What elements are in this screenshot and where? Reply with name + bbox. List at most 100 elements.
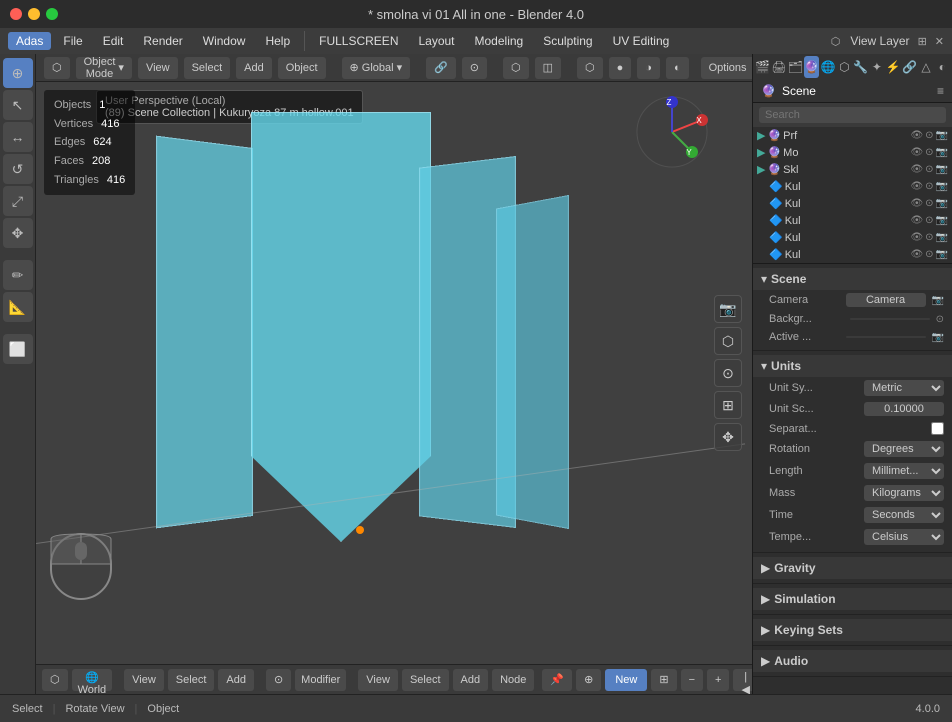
view-btn[interactable]: View (138, 57, 178, 79)
separate-checkbox[interactable] (931, 422, 944, 435)
material-props-icon[interactable]: ◐ (935, 56, 950, 78)
modeling-menu[interactable]: Modeling (467, 32, 532, 50)
sculpting-menu[interactable]: Sculpting (535, 32, 600, 50)
outliner-item-skl[interactable]: ▶ 🔮 Skl 👁 ⊙ 📷 (753, 161, 952, 178)
eye-icon-8[interactable]: 👁 (910, 249, 923, 260)
restrict-icon-6[interactable]: ⊙ (925, 215, 933, 226)
background-value[interactable] (850, 318, 930, 320)
camera-icon[interactable]: 📷 (932, 295, 944, 306)
eye-icon-2[interactable]: 👁 (910, 147, 923, 158)
simulation-header[interactable]: ▶ Simulation (753, 588, 952, 610)
eye-icon-7[interactable]: 👁 (910, 232, 923, 243)
perspective-btn[interactable]: ⬡ (714, 327, 742, 355)
render-icon-7[interactable]: 📷 (936, 232, 948, 243)
restrict-icon-4[interactable]: ⊙ (925, 181, 933, 192)
options-btn[interactable]: Options (701, 57, 752, 79)
active-icon[interactable]: 📷 (932, 332, 944, 343)
eye-icon[interactable]: 👁 (910, 130, 923, 141)
select-box-tool[interactable]: ↖ (3, 90, 33, 120)
edit-menu[interactable]: Edit (95, 32, 132, 50)
restrict-icon-7[interactable]: ⊙ (925, 232, 933, 243)
eye-icon-3[interactable]: 👁 (910, 164, 923, 175)
adas-menu[interactable]: Adas (8, 32, 51, 50)
transform-tool[interactable]: ✥ (3, 218, 33, 248)
rendered-btn[interactable]: ◐ (666, 57, 689, 79)
outliner-item-kul5[interactable]: 🔷 Kul 👁 ⊙ 📷 (753, 246, 952, 263)
outliner-search[interactable] (759, 107, 946, 123)
annotate-tool[interactable]: ✏ (3, 260, 33, 290)
snap-toggle[interactable]: 🔗 (426, 57, 456, 79)
particles-props-icon[interactable]: ✦ (869, 56, 884, 78)
keying-header[interactable]: ▶ Keying Sets (753, 619, 952, 641)
minus-btn[interactable]: − (681, 669, 703, 691)
rotate-tool[interactable]: ↺ (3, 154, 33, 184)
add-btn[interactable]: Add (236, 57, 272, 79)
rotation-dropdown[interactable]: Degrees Radians (864, 441, 944, 457)
restrict-icon-5[interactable]: ⊙ (925, 198, 933, 209)
bottom-view-btn[interactable]: View (124, 669, 164, 691)
panel-options-icon[interactable]: ≡ (937, 84, 944, 98)
modifier-dropdown[interactable]: Modifier (295, 669, 346, 691)
plus-btn[interactable]: + (707, 669, 729, 691)
bg-icon[interactable]: ⊙ (936, 314, 944, 325)
view-layer-props-icon[interactable]: 🗂 (788, 56, 803, 78)
browse-node-btn[interactable]: ⊕ (576, 669, 601, 691)
restrict-icon-8[interactable]: ⊙ (925, 249, 933, 260)
editor-type-btn[interactable]: ⬡ (42, 669, 68, 691)
solid-btn[interactable]: ● (609, 57, 632, 79)
viewport-gizmo[interactable]: X Y Z (632, 92, 712, 172)
window-menu[interactable]: Window (195, 32, 254, 50)
restrict-icon-2[interactable]: ⊙ (925, 147, 933, 158)
audio-header[interactable]: ▶ Audio (753, 650, 952, 672)
workspace-scene-icon[interactable]: ⬡ (831, 35, 841, 48)
render-icon-4[interactable]: 📷 (936, 181, 948, 192)
pin-btn[interactable]: 📌 (542, 669, 572, 691)
object-mode-btn[interactable]: Object Mode ▾ (76, 57, 132, 79)
eye-icon-4[interactable]: 👁 (910, 181, 923, 192)
camera-value[interactable]: Camera (846, 293, 926, 307)
units-section-header[interactable]: ▾ Units (753, 355, 952, 377)
bottom-add-btn[interactable]: Add (218, 669, 254, 691)
constraints-props-icon[interactable]: 🔗 (902, 56, 917, 78)
unit-scale-value[interactable]: 0.10000 (864, 402, 944, 416)
maximize-button[interactable] (46, 8, 58, 20)
eye-icon-5[interactable]: 👁 (910, 198, 923, 209)
file-menu[interactable]: File (55, 32, 90, 50)
bottom-view2-btn[interactable]: View (358, 669, 398, 691)
align-view-btn[interactable]: ✥ (714, 423, 742, 451)
render-icon-5[interactable]: 📷 (936, 198, 948, 209)
layout-menu[interactable]: Layout (410, 32, 462, 50)
nav-btn-1[interactable]: |◀ (733, 669, 752, 691)
length-dropdown[interactable]: Millimet... Meters (864, 463, 944, 479)
add-primitive-tool[interactable]: ⬜ (3, 334, 33, 364)
render-icon-8[interactable]: 📷 (936, 249, 948, 260)
fullscreen-menu[interactable]: FULLSCREEN (311, 32, 406, 50)
xray-btn[interactable]: ◫ (535, 57, 561, 79)
move-tool[interactable]: ↔ (3, 122, 33, 152)
new-btn[interactable]: New (605, 669, 647, 691)
zoom-to-fit-btn[interactable]: ⊙ (714, 359, 742, 387)
render-icon-2[interactable]: 📷 (936, 147, 948, 158)
minimize-button[interactable] (28, 8, 40, 20)
panel-close-icon[interactable]: ✕ (935, 35, 944, 48)
outliner-item-kul1[interactable]: 🔷 Kul 👁 ⊙ 📷 (753, 178, 952, 195)
render-icon-3[interactable]: 📷 (936, 164, 948, 175)
outliner-item-kul3[interactable]: 🔷 Kul 👁 ⊙ 📷 (753, 212, 952, 229)
gravity-header[interactable]: ▶ Gravity (753, 557, 952, 579)
world-props-icon[interactable]: 🌐 (820, 56, 835, 78)
object-btn[interactable]: Object (278, 57, 326, 79)
proportional-edit-btn[interactable]: ⊙ (462, 57, 487, 79)
scene-props-icon[interactable]: 🔮 (804, 56, 819, 78)
restrict-icon-3[interactable]: ⊙ (925, 164, 933, 175)
outliner-item-mo[interactable]: ▶ 🔮 Mo 👁 ⊙ 📷 (753, 144, 952, 161)
render-icon-6[interactable]: 📷 (936, 215, 948, 226)
eye-icon-6[interactable]: 👁 (910, 215, 923, 226)
mass-dropdown[interactable]: Kilograms (864, 485, 944, 501)
measure-tool[interactable]: 📐 (3, 292, 33, 322)
bottom-shading-btn[interactable]: ⊙ (266, 669, 291, 691)
wireframe-btn[interactable]: ⬡ (577, 57, 603, 79)
scale-tool[interactable]: ⤢ (3, 186, 33, 216)
transform-orientation-btn[interactable]: ⊕ Global ▾ (342, 57, 411, 79)
node-btn[interactable]: Node (492, 669, 534, 691)
uv-editing-menu[interactable]: UV Editing (605, 32, 678, 50)
